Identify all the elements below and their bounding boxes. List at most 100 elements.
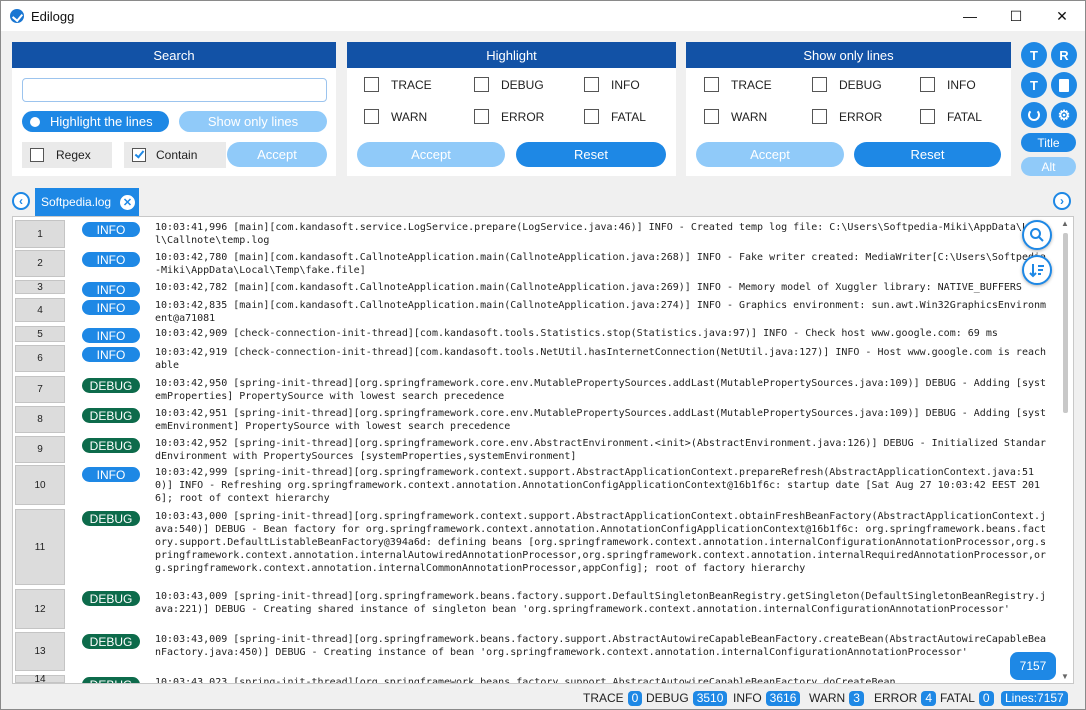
- chevron-right-icon[interactable]: ›: [1053, 192, 1071, 210]
- radio-dot-icon: [30, 116, 40, 127]
- line-number: 1: [15, 220, 65, 248]
- contain-label: Contain: [156, 148, 198, 162]
- show-only-error-checkbox[interactable]: ERROR: [812, 109, 882, 124]
- regex-label: Regex: [56, 148, 91, 162]
- show-only-warn-checkbox[interactable]: WARN: [704, 109, 767, 124]
- line-number: 2: [15, 250, 65, 277]
- tab-softpedia-log[interactable]: Softpedia.log ✕: [35, 188, 139, 216]
- scroll-thumb[interactable]: [1063, 233, 1068, 413]
- highlight-trace-checkbox[interactable]: TRACE: [364, 77, 432, 92]
- show-only-accept-button[interactable]: Accept: [696, 142, 844, 167]
- log-viewer[interactable]: 1 INFO 10:03:41,996 [main][com.kandasoft.s…: [12, 216, 1074, 684]
- highlight-fatal-checkbox[interactable]: FATAL: [584, 109, 646, 124]
- level-badge: INFO: [82, 252, 140, 267]
- highlight-lines-toggle[interactable]: Highlight the lines: [22, 111, 169, 132]
- sort-icon[interactable]: [1022, 255, 1052, 285]
- show-only-trace-checkbox[interactable]: TRACE: [704, 77, 772, 92]
- log-message: 10:03:42,919 [check-connection-init-thre…: [155, 347, 1047, 371]
- line-count-badge[interactable]: 7157: [1010, 652, 1056, 680]
- highlight-warn-checkbox[interactable]: WARN: [364, 109, 427, 124]
- vertical-scrollbar[interactable]: ▲ ▼: [1059, 219, 1071, 681]
- open-file-button[interactable]: [1051, 72, 1077, 98]
- log-row[interactable]: 8 DEBUG 10:03:42,951 [spring-init-thread][…: [13, 406, 1058, 435]
- level-badge: DEBUG: [82, 511, 140, 526]
- highlight-accept-button[interactable]: Accept: [357, 142, 505, 167]
- reload-r-button[interactable]: R: [1051, 42, 1077, 68]
- status-debug: DEBUG 3510: [646, 689, 728, 707]
- log-row[interactable]: 1 INFO 10:03:41,996 [main][com.kandasoft.s…: [13, 220, 1058, 250]
- line-number: 6: [15, 345, 65, 372]
- scroll-down-icon[interactable]: ▼: [1061, 672, 1069, 681]
- show-only-debug-checkbox[interactable]: DEBUG: [812, 77, 882, 92]
- title-button[interactable]: Title: [1021, 133, 1076, 152]
- log-row[interactable]: 3 INFO 10:03:42,782 [main][com.kandasoft.C…: [13, 280, 1058, 297]
- show-only-reset-button[interactable]: Reset: [854, 142, 1001, 167]
- log-message: 10:03:42,835 [main][com.kandasoft.Callno…: [155, 300, 1047, 324]
- search-panel: Search Highlight the lines Show only lin…: [12, 42, 336, 176]
- settings-button[interactable]: ⚙: [1051, 102, 1077, 128]
- level-badge: DEBUG: [82, 591, 140, 606]
- log-row[interactable]: 13 DEBUG 10:03:43,009 [spring-init-thread]…: [13, 632, 1058, 673]
- highlight-reset-button[interactable]: Reset: [516, 142, 666, 167]
- app-window: Edilogg — ☐ ✕ Search Highlight the lines…: [0, 0, 1086, 710]
- log-row[interactable]: 12 DEBUG 10:03:43,009 [spring-init-thread]…: [13, 589, 1058, 631]
- log-row[interactable]: 6 INFO 10:03:42,919 [check-connection-init…: [13, 345, 1058, 374]
- log-row[interactable]: 2 INFO 10:03:42,780 [main][com.kandasoft.C…: [13, 250, 1058, 279]
- line-number: 10: [15, 465, 65, 505]
- level-badge: DEBUG: [82, 438, 140, 453]
- refresh-button[interactable]: [1021, 102, 1047, 128]
- log-row[interactable]: 4 INFO 10:03:42,835 [main][com.kandasoft.C…: [13, 298, 1058, 324]
- line-number: 5: [15, 326, 65, 342]
- document-icon: [1059, 78, 1069, 92]
- highlight-debug-checkbox[interactable]: DEBUG: [474, 77, 544, 92]
- maximize-button[interactable]: ☐: [993, 1, 1039, 31]
- title-bar[interactable]: Edilogg — ☐ ✕: [1, 1, 1085, 31]
- minimize-button[interactable]: —: [947, 1, 993, 31]
- show-only-info-checkbox[interactable]: INFO: [920, 77, 976, 92]
- log-row[interactable]: 10 INFO 10:03:42,999 [spring-init-thread][…: [13, 465, 1058, 507]
- search-input[interactable]: [22, 78, 327, 102]
- show-only-fatal-checkbox[interactable]: FATAL: [920, 109, 982, 124]
- status-info: INFO 3616: [733, 689, 801, 707]
- line-number: 8: [15, 406, 65, 433]
- show-only-lines-toggle[interactable]: Show only lines: [179, 111, 327, 132]
- alt-button[interactable]: Alt: [1021, 157, 1076, 176]
- search-header: Search: [12, 42, 336, 68]
- status-trace: TRACE 0: [583, 689, 643, 707]
- log-message: 10:03:43,009 [spring-init-thread][org.sp…: [155, 591, 1047, 615]
- highlight-error-checkbox[interactable]: ERROR: [474, 109, 544, 124]
- chevron-left-icon[interactable]: ‹: [12, 192, 30, 210]
- text-decrease-button[interactable]: T: [1021, 72, 1047, 98]
- show-only-panel: Show only lines TRACE DEBUG INFO WARN ER…: [686, 42, 1011, 176]
- status-bar: TRACE 0 DEBUG 3510 INFO 3616 WARN 3 ERROR 4 F…: [1, 687, 1085, 709]
- level-badge: DEBUG: [82, 634, 140, 649]
- log-row[interactable]: 11 DEBUG 10:03:43,000 [spring-init-thread]…: [13, 509, 1058, 587]
- checkbox-checked-icon: [132, 148, 146, 162]
- log-row[interactable]: 9 DEBUG 10:03:42,952 [spring-init-thread][…: [13, 436, 1058, 465]
- close-tab-icon[interactable]: ✕: [120, 195, 135, 210]
- level-badge: DEBUG: [82, 677, 140, 683]
- highlight-panel: Highlight TRACE DEBUG INFO WARN ERROR FA…: [347, 42, 676, 176]
- level-badge: INFO: [82, 300, 140, 315]
- text-increase-button[interactable]: T: [1021, 42, 1047, 68]
- log-message: 10:03:43,009 [spring-init-thread][org.sp…: [155, 634, 1047, 658]
- search-accept-button[interactable]: Accept: [227, 142, 327, 167]
- regex-checkbox[interactable]: Regex: [22, 142, 112, 168]
- log-row[interactable]: 7 DEBUG 10:03:42,950 [spring-init-thread][…: [13, 376, 1058, 405]
- highlight-info-checkbox[interactable]: INFO: [584, 77, 640, 92]
- log-row[interactable]: 14 DEBUG 10:03:43,023 [spring-init-thread]…: [13, 674, 1058, 683]
- search-icon[interactable]: [1022, 220, 1052, 250]
- line-number: 14: [15, 674, 65, 683]
- log-message: 10:03:43,000 [spring-init-thread][org.sp…: [155, 511, 1047, 574]
- scroll-up-icon[interactable]: ▲: [1061, 219, 1069, 228]
- close-button[interactable]: ✕: [1039, 1, 1085, 31]
- status-warn: WARN 3: [809, 689, 864, 707]
- log-row[interactable]: 5 INFO 10:03:42,909 [check-connection-init…: [13, 326, 1058, 344]
- checkbox-empty-icon: [30, 148, 44, 162]
- highlight-header: Highlight: [347, 42, 676, 68]
- contain-checkbox[interactable]: Contain: [124, 142, 226, 168]
- window-title: Edilogg: [31, 8, 75, 24]
- log-message: 10:03:42,951 [spring-init-thread][org.sp…: [155, 408, 1047, 432]
- app-logo-icon: [10, 9, 24, 23]
- status-lines: Lines:7157: [1001, 689, 1068, 707]
